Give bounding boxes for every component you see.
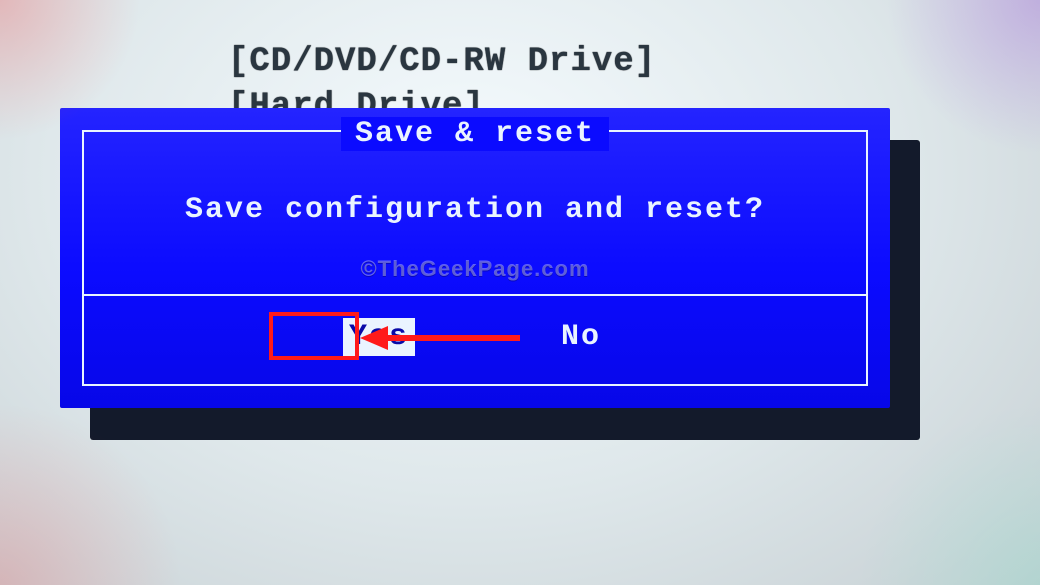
annotation-highlight-box <box>269 312 359 360</box>
dialog-title-wrap: Save & reset <box>60 117 890 151</box>
dialog-message: Save configuration and reset? <box>60 193 890 227</box>
dialog-title: Save & reset <box>341 117 609 151</box>
bios-screen-photo: [CD/DVD/CD-RW Drive] [Hard Drive] Save &… <box>0 0 1040 585</box>
dialog-divider <box>82 294 868 296</box>
watermark-text: ©TheGeekPage.com <box>60 256 890 282</box>
dialog-buttons: Yes No <box>60 318 890 356</box>
no-button[interactable]: No <box>555 318 607 356</box>
boot-list-item-cddvd: [CD/DVD/CD-RW Drive] <box>228 43 656 81</box>
save-reset-dialog: Save & reset Save configuration and rese… <box>60 108 890 408</box>
